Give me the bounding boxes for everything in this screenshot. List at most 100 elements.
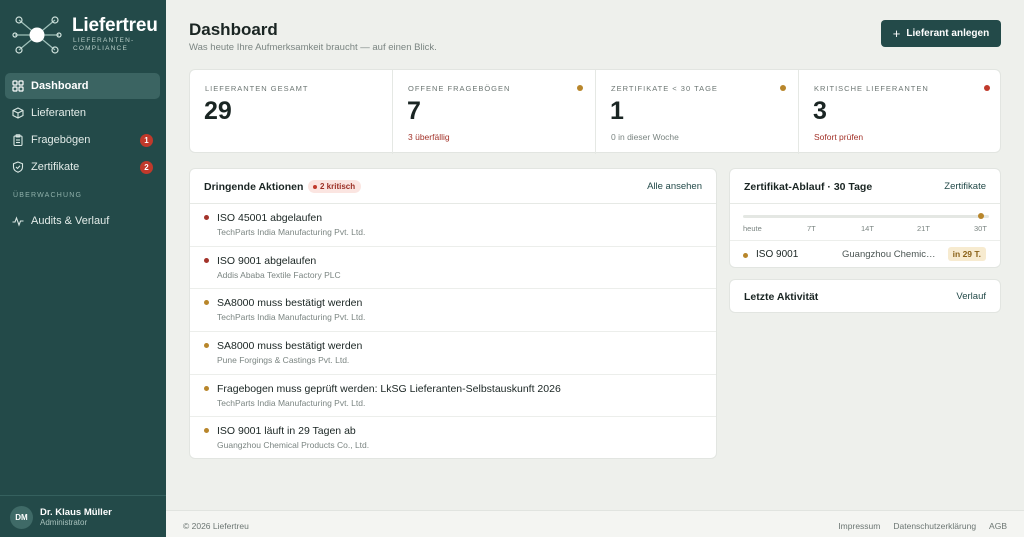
page-title: Dashboard xyxy=(189,20,278,39)
activity-icon xyxy=(12,215,24,227)
certificate-name: ISO 9001 xyxy=(756,249,799,260)
network-logo-icon xyxy=(12,16,62,54)
action-title: ISO 9001 läuft in 29 Tagen ab xyxy=(217,425,356,438)
severity-dot xyxy=(204,257,209,263)
card-title: Dringende Aktionen xyxy=(204,181,304,193)
action-title: SA8000 muss bestätigt werden xyxy=(217,340,363,353)
box-icon xyxy=(12,107,24,119)
history-link[interactable]: Verlauf xyxy=(956,291,986,302)
terms-link[interactable]: AGB xyxy=(989,521,1007,531)
status-dot xyxy=(780,85,786,91)
stat-label: KRITISCHE LIEFERANTEN xyxy=(814,84,929,93)
action-item[interactable]: Fragebogen muss geprüft werden: LkSG Lie… xyxy=(190,375,716,418)
action-item[interactable]: ISO 45001 abgelaufen TechParts India Man… xyxy=(190,204,716,247)
brand[interactable]: Liefertreu LIEFERANTEN-COMPLIANCE xyxy=(12,14,162,56)
expiry-marker[interactable] xyxy=(977,213,984,219)
status-dot xyxy=(577,85,583,91)
action-item[interactable]: ISO 9001 abgelaufen Addis Ababa Textile … xyxy=(190,247,716,290)
critical-count-badge: 2 kritisch xyxy=(308,180,362,193)
sidebar: Liefertreu LIEFERANTEN-COMPLIANCE Dashbo… xyxy=(0,0,166,537)
action-item[interactable]: SA8000 muss bestätigt werden Pune Forgin… xyxy=(190,332,716,375)
timeline-tick: 14T xyxy=(861,224,874,233)
stat-sub: 3 überfällig xyxy=(408,132,450,142)
card-title: Letzte Aktivität xyxy=(744,291,819,303)
severity-dot xyxy=(204,385,209,391)
status-dot xyxy=(743,253,748,258)
stat-critical-suppliers[interactable]: KRITISCHE LIEFERANTEN 3 Sofort prüfen xyxy=(799,70,1002,154)
stats-card: LIEFERANTEN GESAMT 29 OFFENE FRAGEBÖGEN … xyxy=(189,69,1002,154)
severity-dot xyxy=(204,215,209,220)
stat-value: 29 xyxy=(204,97,232,125)
sidebar-item-lieferanten[interactable]: Lieferanten xyxy=(5,100,160,126)
expiring-certificate-row[interactable]: ISO 9001 Guangzhou Chemical Products Co.… xyxy=(730,240,1000,268)
stat-label: ZERTIFIKATE < 30 TAGE xyxy=(611,84,718,93)
shield-check-icon xyxy=(12,161,24,173)
user-role: Administrator xyxy=(40,518,88,527)
action-supplier: Addis Ababa Textile Factory PLC xyxy=(217,269,341,280)
stat-value: 3 xyxy=(813,97,827,125)
sidebar-item-zertifikate[interactable]: Zertifikate 2 xyxy=(5,154,160,180)
action-supplier: TechParts India Manufacturing Pvt. Ltd. xyxy=(217,312,366,323)
card-header: Dringende Aktionen 2 kritisch Alle anseh… xyxy=(190,169,716,204)
add-supplier-button-label: Lieferant anlegen xyxy=(906,28,990,39)
avatar: DM xyxy=(10,506,33,529)
footer-links: Impressum Datenschutzerklärung AGB xyxy=(838,521,1007,531)
brand-tagline: LIEFERANTEN-COMPLIANCE xyxy=(73,37,135,52)
action-supplier: TechParts India Manufacturing Pvt. Ltd. xyxy=(217,397,366,408)
sidebar-nav: Dashboard Lieferanten Fragebögen 1 Zerti… xyxy=(5,73,160,235)
stat-sub: 0 in dieser Woche xyxy=(611,132,679,142)
severity-dot xyxy=(204,343,209,349)
certificates-link[interactable]: Zertifikate xyxy=(944,181,986,192)
stat-open-questionnaires[interactable]: OFFENE FRAGEBÖGEN 7 3 überfällig xyxy=(393,70,596,154)
sidebar-item-label: Audits & Verlauf xyxy=(31,215,110,227)
plus-icon: + xyxy=(892,26,901,41)
days-remaining-badge: in 29 T. xyxy=(947,247,986,261)
stat-value: 7 xyxy=(407,97,421,125)
sidebar-item-frageboegen[interactable]: Fragebögen 1 xyxy=(5,127,160,153)
timeline-tick: 30T xyxy=(974,224,987,233)
sidebar-item-label: Fragebögen xyxy=(31,134,91,146)
action-item[interactable]: ISO 9001 läuft in 29 Tagen ab Guangzhou … xyxy=(190,417,716,460)
add-supplier-button[interactable]: + Lieferant anlegen xyxy=(881,20,1001,47)
page-subtitle: Was heute Ihre Aufmerksamkeit braucht — … xyxy=(189,42,437,53)
timeline-tick: 7T xyxy=(807,224,816,233)
action-supplier: TechParts India Manufacturing Pvt. Ltd. xyxy=(217,227,366,237)
clipboard-icon xyxy=(12,134,24,146)
timeline-tick: heute xyxy=(743,224,762,233)
stat-certificates-expiring[interactable]: ZERTIFIKATE < 30 TAGE 1 0 in dieser Woch… xyxy=(596,70,799,154)
user-profile[interactable]: DM Dr. Klaus Müller Administrator xyxy=(10,505,160,529)
view-all-link[interactable]: Alle ansehen xyxy=(647,181,702,192)
sidebar-divider xyxy=(0,495,166,496)
copyright: © 2026 Liefertreu xyxy=(183,521,249,531)
zertifikate-count-badge: 2 xyxy=(140,161,153,174)
stat-suppliers-total[interactable]: LIEFERANTEN GESAMT 29 xyxy=(190,70,393,154)
action-title: SA8000 muss bestätigt werden xyxy=(217,297,363,310)
action-supplier: Guangzhou Chemical Products Co., Ltd. xyxy=(217,440,370,451)
sidebar-item-label: Lieferanten xyxy=(31,107,87,119)
sidebar-item-audits[interactable]: Audits & Verlauf xyxy=(5,208,160,234)
frageboegen-count-badge: 1 xyxy=(140,134,153,147)
action-title: ISO 9001 abgelaufen xyxy=(217,254,317,267)
sidebar-item-dashboard[interactable]: Dashboard xyxy=(5,73,160,99)
stat-label: LIEFERANTEN GESAMT xyxy=(205,84,309,93)
sidebar-section-label: ÜBERWACHUNG xyxy=(13,192,83,199)
user-name: Dr. Klaus Müller xyxy=(40,507,112,518)
impressum-link[interactable]: Impressum xyxy=(838,521,880,531)
expiry-timeline xyxy=(743,213,989,219)
card-title: Zertifikat-Ablauf · 30 Tage xyxy=(744,181,873,193)
card-header: Zertifikat-Ablauf · 30 Tage Zertifikate xyxy=(730,169,1000,204)
action-title: ISO 45001 abgelaufen xyxy=(217,212,323,224)
severity-dot xyxy=(204,300,209,306)
action-title: Fragebogen muss geprüft werden: LkSG Lie… xyxy=(217,382,561,395)
stat-sub: Sofort prüfen xyxy=(814,132,864,142)
stat-value: 1 xyxy=(610,97,624,125)
sidebar-item-label: Dashboard xyxy=(31,80,89,92)
sidebar-item-label: Zertifikate xyxy=(31,161,80,173)
privacy-link[interactable]: Datenschutzerklärung xyxy=(893,521,976,531)
urgent-actions-card: Dringende Aktionen 2 kritisch Alle anseh… xyxy=(189,168,717,459)
footer: © 2026 Liefertreu Impressum Datenschutze… xyxy=(166,510,1024,537)
certificate-expiry-card: Zertifikat-Ablauf · 30 Tage Zertifikate … xyxy=(729,168,1001,268)
severity-dot xyxy=(204,428,209,434)
brand-name: Liefertreu xyxy=(72,15,158,36)
action-item[interactable]: SA8000 muss bestätigt werden TechParts I… xyxy=(190,289,716,333)
